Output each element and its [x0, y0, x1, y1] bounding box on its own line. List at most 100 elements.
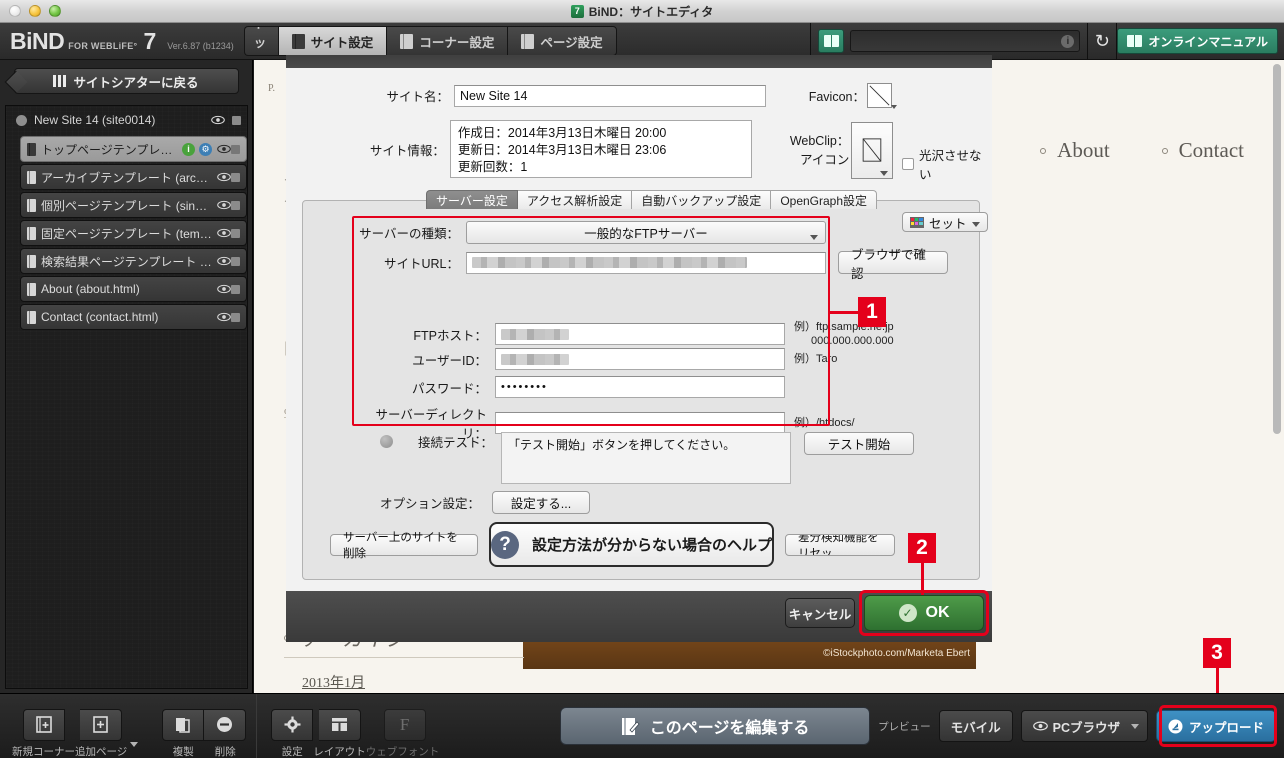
- scrollbar-thumb[interactable]: [1273, 64, 1281, 434]
- ftp-host-input[interactable]: [495, 323, 785, 345]
- user-id-input[interactable]: [495, 348, 785, 370]
- ok-button[interactable]: ✓ OK: [864, 595, 984, 631]
- photo-credit: ©iStockphoto.com/Marketa Ebert: [823, 648, 970, 659]
- eye-icon[interactable]: [217, 284, 231, 294]
- publish-state-box[interactable]: [231, 144, 240, 154]
- sidebar-item-single-page-template[interactable]: 個別ページテンプレート (single...: [20, 192, 247, 218]
- site-tree-root[interactable]: New Site 14 (site0014): [6, 106, 247, 134]
- sidebar-item-search-result-template[interactable]: 検索結果ページテンプレート (s...: [20, 248, 247, 274]
- gloss-checkbox[interactable]: [902, 158, 915, 170]
- publish-state-box[interactable]: [231, 256, 240, 266]
- tab-site-settings[interactable]: サイト設定: [277, 26, 387, 56]
- password-label: パスワード：: [411, 381, 487, 396]
- chevron-down-icon[interactable]: [1130, 723, 1139, 729]
- server-dir-example: 例）/htdocs/: [794, 417, 855, 429]
- dialog-tab-bar: サーバー設定 アクセス解析設定 自動バックアップ設定 OpenGraph設定: [426, 190, 878, 209]
- browse-check-button[interactable]: ブラウザで確認: [838, 248, 948, 281]
- eye-icon[interactable]: [217, 200, 231, 210]
- option-settings-label: オプション設定：: [380, 497, 481, 511]
- back-to-site-theater-button[interactable]: サイトシアターに戻る: [13, 68, 239, 94]
- help-button[interactable]: ? 設定方法が分からない場合のヘルプ: [489, 522, 774, 567]
- connection-test-output: 「テスト開始」ボタンを押してください。: [501, 432, 791, 484]
- delete-button[interactable]: [204, 708, 247, 741]
- refresh-button[interactable]: ↻: [1088, 28, 1116, 54]
- info-icon: i: [1061, 34, 1075, 48]
- eye-icon[interactable]: [217, 312, 231, 322]
- site-info-row: サイト情報： 作成日：2014年3月13日木曜日 20:00 更新日：2014年…: [286, 120, 992, 183]
- callout-3: 3: [1203, 638, 1231, 668]
- publish-state-box[interactable]: [231, 200, 240, 210]
- pc-browser-preview-button[interactable]: PCブラウザ: [1020, 710, 1148, 742]
- cancel-button[interactable]: キャンセル: [785, 598, 855, 628]
- minus-circle-icon: [217, 717, 233, 732]
- preview-vertical-scrollbar[interactable]: [1273, 64, 1281, 664]
- test-start-button[interactable]: テスト開始: [804, 432, 914, 455]
- mobile-preview-button[interactable]: モバイル: [938, 710, 1013, 742]
- eye-icon[interactable]: [217, 172, 231, 182]
- option-settings-button[interactable]: 設定する...: [492, 491, 590, 514]
- eye-icon[interactable]: [217, 144, 231, 154]
- site-name-input[interactable]: New Site 14: [454, 84, 766, 107]
- site-dot-icon: [16, 114, 27, 126]
- eye-icon[interactable]: [211, 115, 225, 125]
- site-info-label: サイト情報：: [369, 144, 445, 158]
- publish-state-box[interactable]: [232, 115, 241, 125]
- dialog-tab-opengraph[interactable]: OpenGraph設定: [771, 190, 878, 209]
- info-badge-icon[interactable]: i: [182, 142, 195, 156]
- publish-state-box[interactable]: [231, 284, 240, 294]
- site-info-line: 更新回数：1: [457, 160, 528, 174]
- font-f-icon: F: [399, 714, 410, 734]
- preview-archive-link[interactable]: 2013年1月: [302, 672, 365, 692]
- new-corner-button[interactable]: [22, 708, 65, 741]
- tab-corner-settings[interactable]: コーナー設定: [386, 26, 508, 56]
- sidebar-item-fixed-page-template[interactable]: 固定ページテンプレート (templ...: [20, 220, 247, 246]
- webclip-icon-picker[interactable]: [851, 122, 894, 179]
- eye-icon[interactable]: [217, 228, 231, 238]
- layout-button[interactable]: [318, 708, 361, 741]
- upload-button[interactable]: アップロード: [1155, 710, 1276, 742]
- manual-book-button[interactable]: [818, 29, 845, 53]
- duplicate-button[interactable]: [162, 708, 205, 741]
- sidebar-item-archive-template[interactable]: アーカイブテンプレート (archiv...: [20, 164, 247, 190]
- gear-badge-icon[interactable]: ⚙: [199, 142, 212, 156]
- site-info-box: 作成日：2014年3月13日木曜日 20:00 更新日：2014年3月13日木曜…: [449, 120, 753, 178]
- dialog-tab-autobackup[interactable]: 自動バックアップ設定: [632, 190, 772, 209]
- gloss-checkbox-row[interactable]: 光沢させない: [902, 145, 992, 183]
- chevron-down-icon[interactable]: [130, 741, 139, 747]
- sidebar-item-top-page-template[interactable]: トップページテンプレー... i ⚙: [20, 136, 247, 162]
- dialog-tab-label: 自動バックアップ設定: [641, 193, 762, 208]
- password-input[interactable]: ••••••••: [495, 376, 785, 398]
- webfont-button[interactable]: F: [383, 708, 426, 741]
- tab-corner-settings-label: コーナー設定: [419, 35, 495, 50]
- publish-state-box[interactable]: [231, 228, 240, 238]
- publish-state-box[interactable]: [231, 172, 240, 182]
- eye-icon[interactable]: [217, 256, 231, 266]
- delete-remote-site-button[interactable]: サーバー上のサイトを削除: [330, 532, 478, 560]
- site-url-input[interactable]: [466, 251, 826, 274]
- status-field[interactable]: i: [850, 30, 1081, 52]
- sidebar-item-contact[interactable]: Contact (contact.html): [20, 304, 247, 330]
- favicon-picker[interactable]: [867, 83, 897, 109]
- dialog-tab-analytics[interactable]: アクセス解析設定: [517, 190, 633, 209]
- preview-nav-item-about[interactable]: About: [1040, 138, 1110, 163]
- dialog-tab-server[interactable]: サーバー設定: [426, 190, 518, 209]
- preview-nav-label: About: [1057, 138, 1110, 162]
- reset-diff-detection-button[interactable]: 差分検知機能をリセッ: [785, 533, 895, 556]
- user-id-example: 例）Taro: [794, 353, 838, 365]
- reset-diff-detection-label: 差分検知機能をリセッ: [798, 533, 879, 556]
- chevron-down-icon: [880, 171, 889, 176]
- brand-subtitle: FOR WEBLiFE°: [68, 40, 138, 51]
- tab-page-settings[interactable]: ページ設定: [507, 26, 617, 56]
- page-icon: [27, 310, 36, 324]
- server-dir-input[interactable]: [495, 412, 785, 434]
- add-page-button[interactable]: [80, 708, 123, 741]
- publish-state-box[interactable]: [231, 312, 240, 322]
- online-manual-button[interactable]: オンラインマニュアル: [1117, 28, 1278, 54]
- server-type-select[interactable]: 一般的なFTPサーバー: [466, 221, 826, 244]
- sidebar-item-about[interactable]: About (about.html): [20, 276, 247, 302]
- empty-image-icon: [863, 138, 882, 162]
- preview-nav-item-contact[interactable]: Contact: [1161, 138, 1244, 163]
- edit-page-button[interactable]: このページを編集する: [560, 707, 871, 745]
- tab-top[interactable]: トップ: [243, 26, 278, 56]
- settings-button[interactable]: [271, 708, 314, 741]
